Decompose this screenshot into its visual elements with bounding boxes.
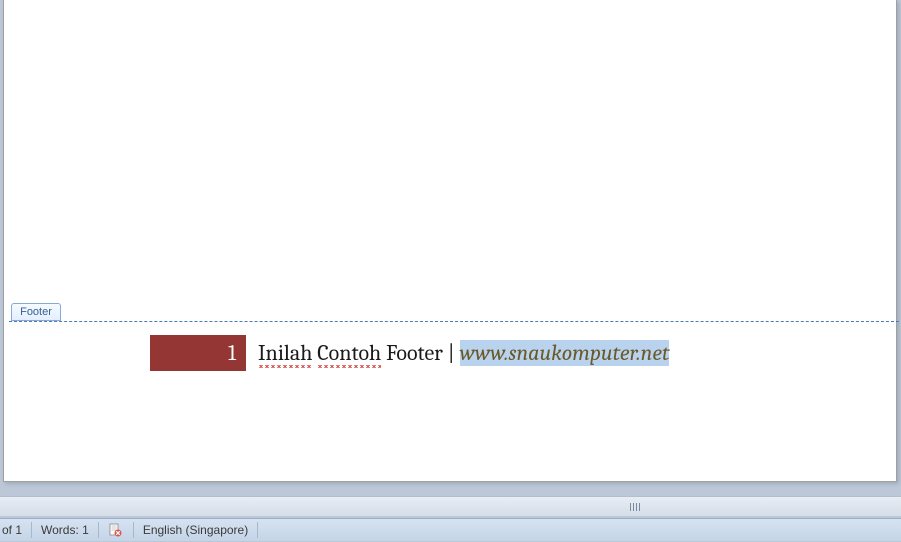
proofing-indicator[interactable] <box>102 519 130 542</box>
footer-boundary-line <box>9 321 899 322</box>
footer-section-tab[interactable]: Footer <box>11 303 61 321</box>
footer-page-number-box[interactable]: 1 <box>150 335 246 371</box>
footer-text-word: Inilah <box>258 340 312 366</box>
footer-text-line[interactable]: Inilah Contoh Footer | www.snaukomputer.… <box>258 340 669 366</box>
footer-content[interactable]: 1 Inilah Contoh Footer | www.snaukompute… <box>150 335 669 371</box>
language-indicator[interactable]: English (Singapore) <box>137 519 254 542</box>
horizontal-scrollbar[interactable] <box>0 496 901 516</box>
divider <box>31 522 32 538</box>
split-handle-icon[interactable] <box>630 503 640 511</box>
divider <box>257 522 258 538</box>
divider <box>133 522 134 538</box>
footer-hyperlink-selected[interactable]: www.snaukomputer.net <box>460 340 670 366</box>
document-page[interactable]: Footer 1 Inilah Contoh Footer | www.snau… <box>3 0 897 482</box>
footer-text-word: Footer | <box>386 340 455 366</box>
divider <box>98 522 99 538</box>
footer-text-word: Contoh <box>317 340 381 366</box>
word-count[interactable]: Words: 1 <box>35 519 95 542</box>
status-bar: of 1 Words: 1 English (Singapore) <box>0 518 901 541</box>
page-indicator[interactable]: of 1 <box>0 519 28 542</box>
proofing-error-icon <box>108 523 122 537</box>
